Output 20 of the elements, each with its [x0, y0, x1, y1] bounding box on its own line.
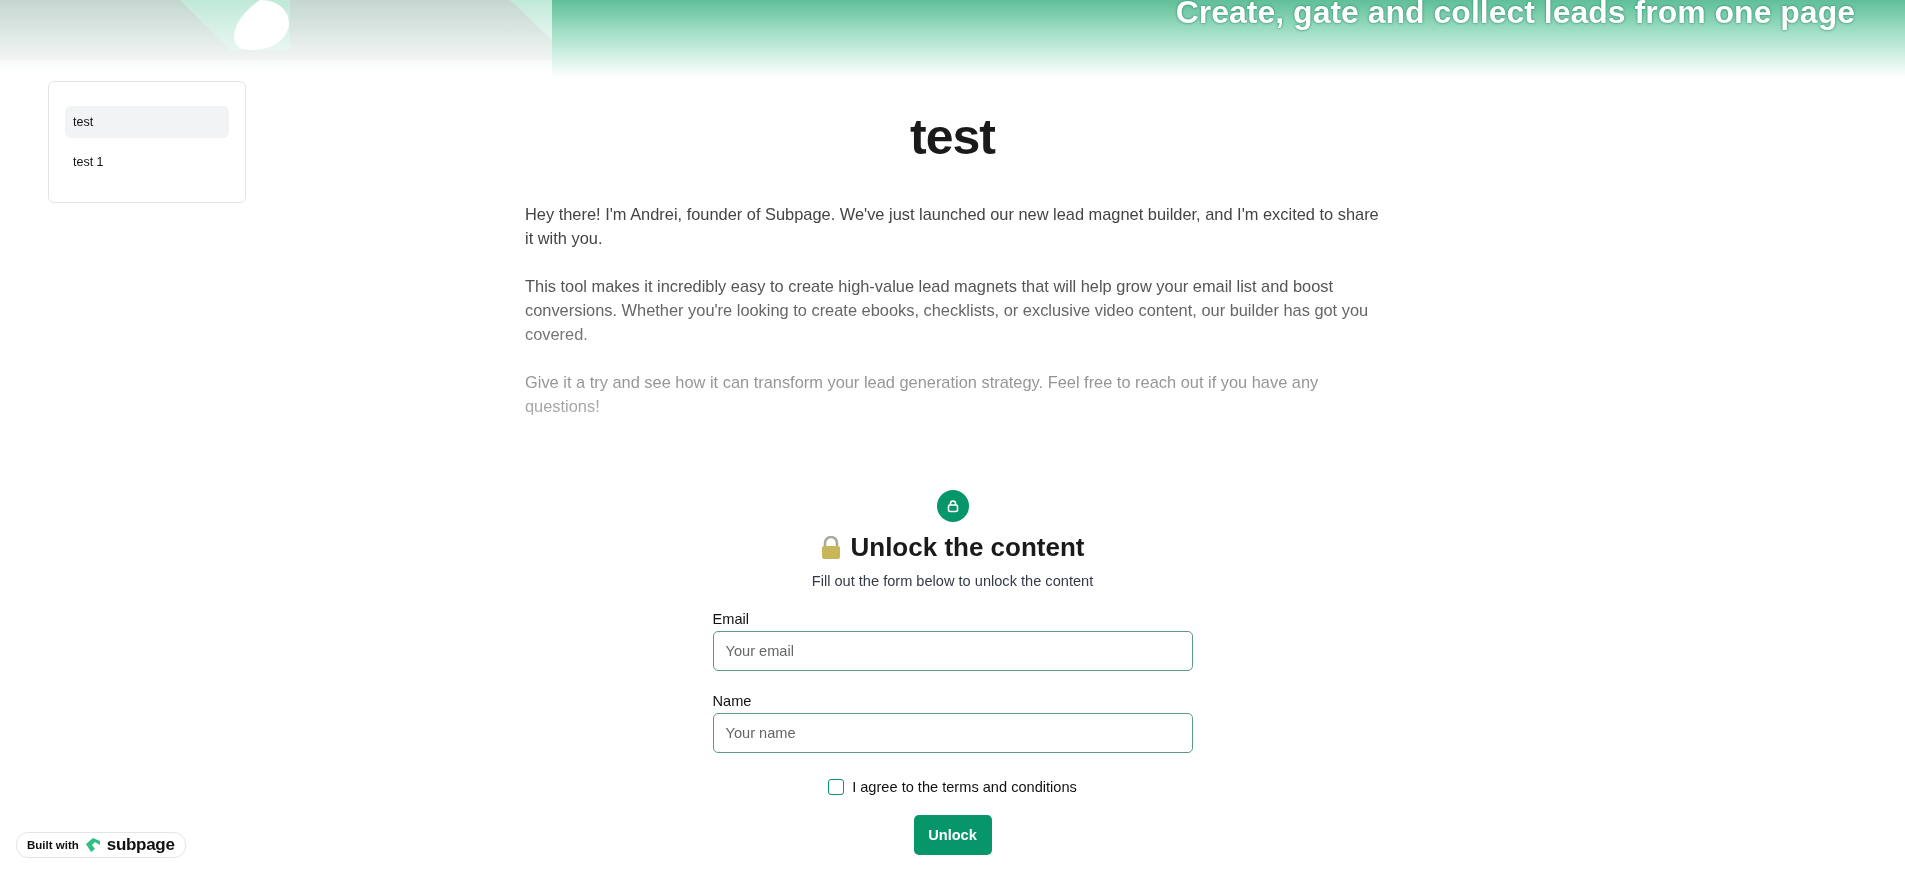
paragraph: Hey there! I'm Andrei, founder of Subpage. We've just launched our new lead magnet builder, and I'm excited to share it with you. [525, 204, 1380, 249]
checkbox[interactable] [828, 779, 845, 795]
unlock-button[interactable]: Unlock [913, 815, 992, 855]
lock-icon [936, 490, 969, 522]
paragraph: This tool makes it incredibly easy to create high-value lead magnets that will help grow your email list and boost conversions. Whether you're looking to create ebooks, checklists, or exclusive video content, our builder has got you covered. [525, 276, 1370, 345]
input-field[interactable]: Your email [712, 631, 1193, 671]
built-with-badge[interactable]: Built with subpage [16, 832, 186, 858]
input-field[interactable]: Your name [712, 713, 1193, 753]
padlock-icon [820, 535, 843, 560]
banner-heading: Create, gate and collect leads from one page [1175, 0, 1856, 31]
gate-title: Unlock the content [850, 532, 1085, 563]
page-title: test [910, 108, 995, 166]
field-label: Email [712, 611, 750, 627]
sidebar-item[interactable]: test 1 [65, 146, 229, 178]
gate-subtitle: Fill out the form below to unlock the content [811, 573, 1094, 589]
field-label: Name [712, 693, 753, 709]
sidebar-item[interactable]: test [65, 106, 229, 138]
logo-icon [84, 838, 101, 852]
paragraph: Give it a try and see how it can transform your lead generation strategy. Feel free to reach out if you have any questions! [525, 372, 1320, 417]
checkbox-label: I agree to the terms and conditions [852, 779, 1077, 795]
